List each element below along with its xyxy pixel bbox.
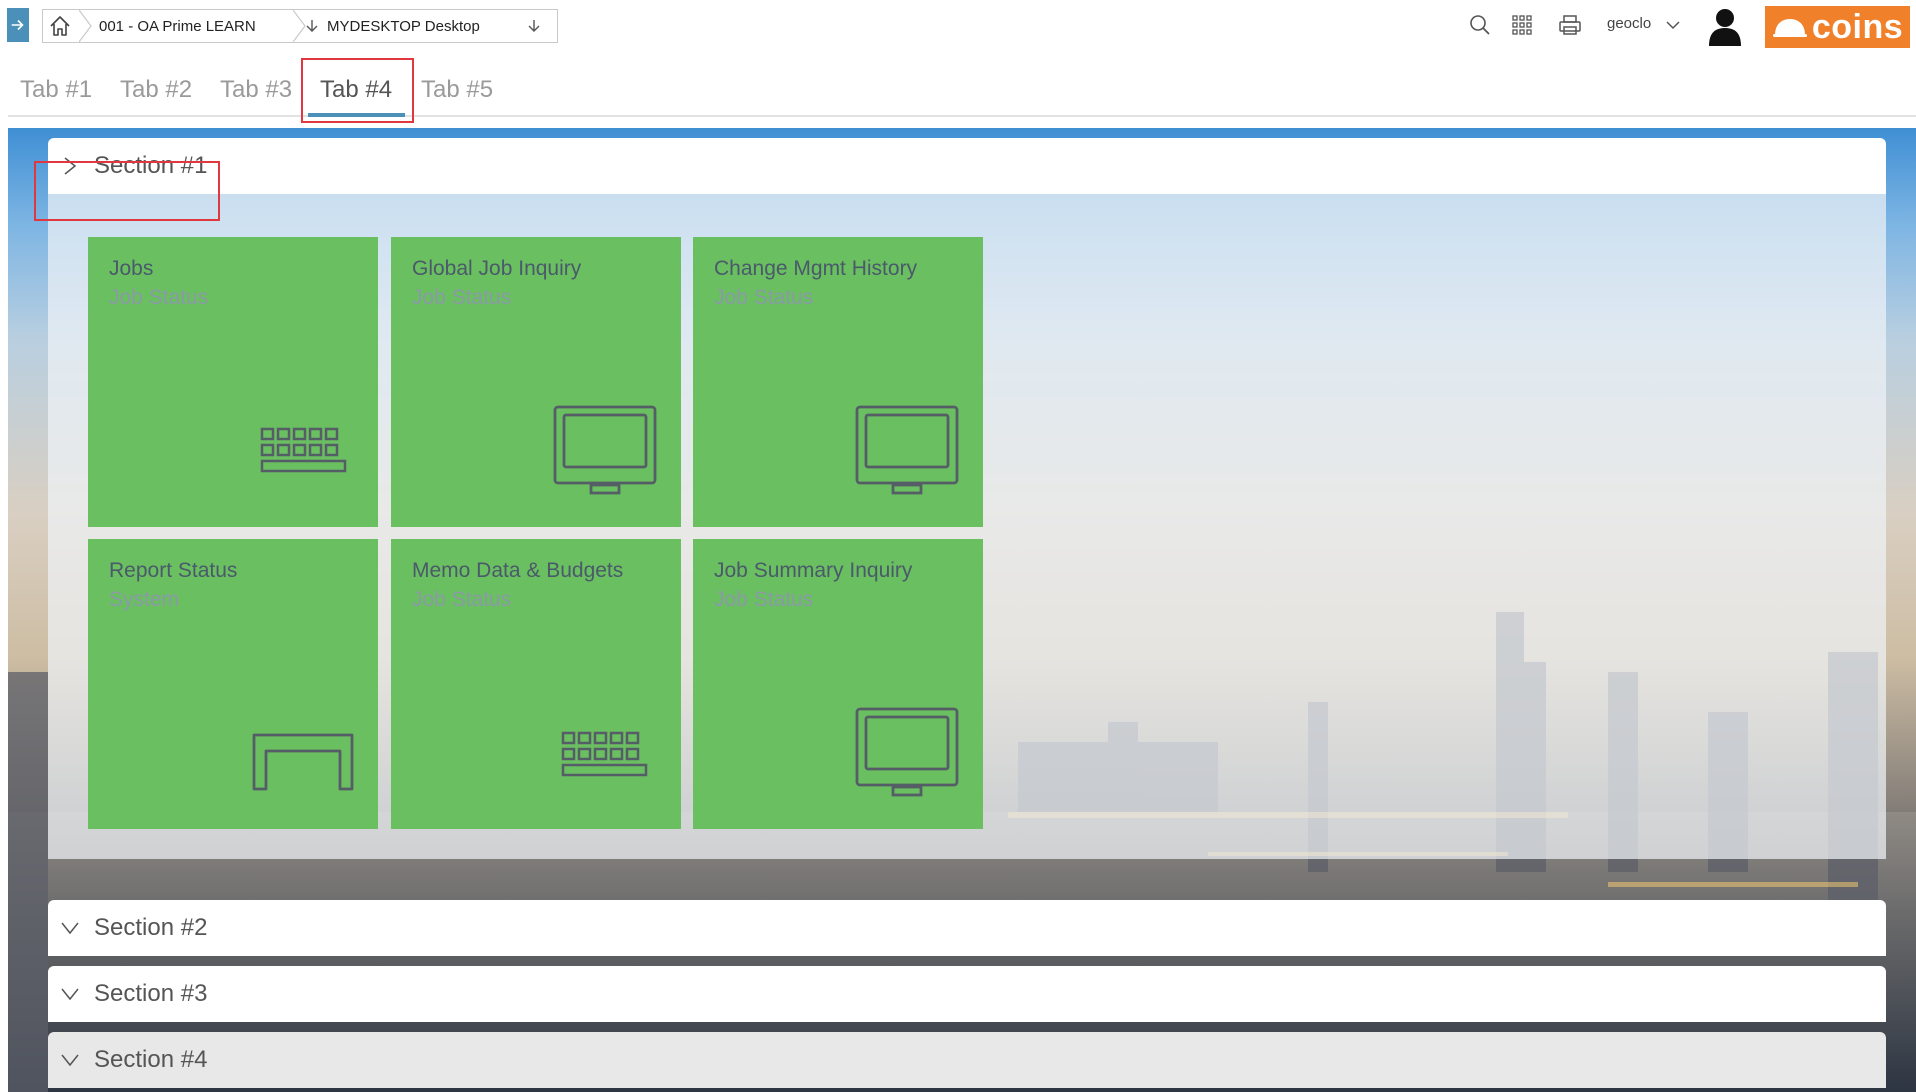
chevron-down-icon <box>61 988 79 1001</box>
tile-title: Global Job Inquiry <box>412 257 582 280</box>
section-1-body: Jobs Job Status Global Job Inquiry Job S… <box>48 194 1886 859</box>
section-2-title: Section #2 <box>94 914 208 941</box>
tab-4[interactable]: Tab #4 <box>320 76 392 104</box>
chevron-right-icon <box>64 157 77 175</box>
tile-subtitle: Job Status <box>714 286 814 309</box>
tile-jobs[interactable]: Jobs Job Status <box>88 237 378 527</box>
tile-subtitle: Job Status <box>412 588 512 611</box>
hard-hat-icon <box>1772 19 1807 37</box>
tab-1[interactable]: Tab #1 <box>20 76 92 104</box>
grid-icon <box>1512 15 1532 35</box>
coins-logo: coins <box>1765 6 1910 48</box>
breadcrumb-company-label: 001 - OA Prime LEARN <box>99 17 256 35</box>
table-icon <box>252 731 354 791</box>
section-2-header[interactable]: Section #2 <box>48 900 1886 956</box>
search-icon <box>1470 15 1490 35</box>
user-name[interactable]: geoclo <box>1607 15 1651 32</box>
top-bar: 001 - OA Prime LEARN MYDESKTOP Desktop g… <box>0 0 1916 52</box>
section-4-header[interactable]: Section #4 <box>48 1032 1886 1088</box>
breadcrumb-separator <box>79 10 92 42</box>
breadcrumb-company[interactable]: 001 - OA Prime LEARN <box>99 10 318 42</box>
tile-title: Change Mgmt History <box>714 257 918 280</box>
tile-memo-data-budgets[interactable]: Memo Data & Budgets Job Status <box>391 539 681 829</box>
apps-button[interactable] <box>1509 12 1535 38</box>
monitor-icon <box>855 707 959 799</box>
arrow-right-icon <box>11 19 24 31</box>
tab-bar: Tab #1 Tab #2 Tab #3 Tab #4 Tab #5 <box>8 52 1916 117</box>
tile-title: Report Status <box>109 559 238 582</box>
chevron-down-icon <box>61 1054 79 1067</box>
printer-icon <box>1559 15 1581 35</box>
search-button[interactable] <box>1467 12 1493 38</box>
tile-subtitle: Job Status <box>109 286 209 309</box>
logo-text: coins <box>1811 7 1904 46</box>
tile-global-job-inquiry[interactable]: Global Job Inquiry Job Status <box>391 237 681 527</box>
tile-change-mgmt-history[interactable]: Change Mgmt History Job Status <box>693 237 983 527</box>
desktop-background: Section #1 Jobs Job Status Global Job In… <box>8 128 1916 1092</box>
active-tab-indicator <box>308 113 405 117</box>
section-4-title: Section #4 <box>94 1046 208 1073</box>
breadcrumb: 001 - OA Prime LEARN MYDESKTOP Desktop <box>42 9 558 43</box>
breadcrumb-desktop-label: MYDESKTOP Desktop <box>327 17 480 35</box>
arrow-down-icon <box>528 20 540 32</box>
breadcrumb-desktop[interactable]: MYDESKTOP Desktop <box>327 10 553 42</box>
monitor-icon <box>855 405 959 497</box>
tile-subtitle: Job Status <box>714 588 814 611</box>
print-button[interactable] <box>1557 12 1583 38</box>
nav-expand-button[interactable] <box>7 8 29 42</box>
avatar[interactable] <box>1706 6 1744 46</box>
breadcrumb-separator <box>293 10 306 42</box>
tab-2[interactable]: Tab #2 <box>120 76 192 104</box>
chevron-down-icon <box>61 922 79 935</box>
tile-job-summary-inquiry[interactable]: Job Summary Inquiry Job Status <box>693 539 983 829</box>
chevron-down-icon[interactable] <box>1664 16 1682 34</box>
tile-title: Job Summary Inquiry <box>714 559 913 582</box>
tile-title: Memo Data & Budgets <box>412 559 624 582</box>
tile-report-status[interactable]: Report Status System <box>88 539 378 829</box>
home-icon <box>50 16 70 36</box>
tile-title: Jobs <box>109 257 154 280</box>
home-button[interactable] <box>42 9 78 43</box>
section-3-title: Section #3 <box>94 980 208 1007</box>
section-1-title: Section #1 <box>94 152 208 179</box>
tile-subtitle: Job Status <box>412 286 512 309</box>
section-1-header[interactable]: Section #1 <box>48 138 1886 194</box>
tab-5[interactable]: Tab #5 <box>421 76 493 104</box>
keyboard-icon <box>559 731 651 783</box>
section-3-header[interactable]: Section #3 <box>48 966 1886 1022</box>
tile-subtitle: System <box>109 588 180 611</box>
tab-3[interactable]: Tab #3 <box>220 76 292 104</box>
monitor-icon <box>553 405 657 497</box>
keyboard-icon <box>258 427 350 479</box>
